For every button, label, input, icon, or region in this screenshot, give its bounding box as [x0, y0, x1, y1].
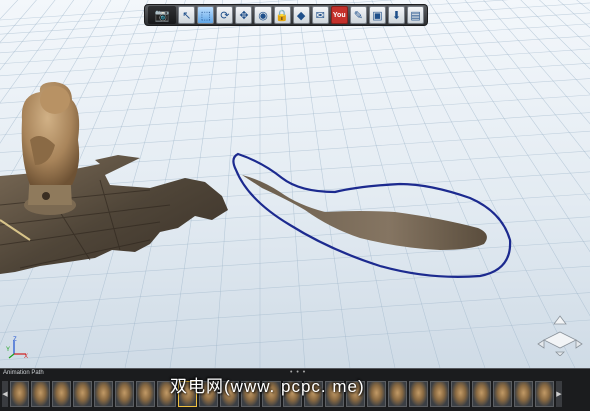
download-icon[interactable]: ⬇ — [387, 6, 405, 24]
animation-frame-thumbnail[interactable] — [493, 381, 512, 407]
animation-frame-thumbnail[interactable] — [472, 381, 491, 407]
animation-frame-thumbnail[interactable] — [115, 381, 134, 407]
animation-frame-thumbnail[interactable] — [94, 381, 113, 407]
pan-icon[interactable]: ✥ — [235, 6, 253, 24]
scene-objects — [0, 82, 512, 278]
axis-x-label: X — [24, 354, 28, 360]
document-icon[interactable]: ▤ — [406, 6, 425, 24]
navigation-cube-icon[interactable] — [536, 312, 584, 356]
diamond-icon[interactable]: ◆ — [292, 6, 310, 24]
pen-icon[interactable]: ✎ — [349, 6, 367, 24]
mail-icon[interactable]: ✉ — [311, 6, 329, 24]
lock-icon[interactable]: 🔒 — [273, 6, 291, 24]
animation-frame-thumbnail[interactable] — [10, 381, 29, 407]
statue-model[interactable] — [21, 82, 80, 215]
axis-gizmo: Z Y X — [6, 337, 28, 360]
animation-frame-thumbnail[interactable] — [73, 381, 92, 407]
next-frame-button[interactable]: ▶ — [556, 381, 562, 407]
animation-frame-thumbnail[interactable] — [409, 381, 428, 407]
prev-frame-button[interactable]: ◀ — [2, 381, 8, 407]
animation-frame-thumbnail[interactable] — [388, 381, 407, 407]
main-toolbar: 📷 ↖ ⬚ ⟳ ✥ ◉ 🔒 ◆ ✉ You ✎ ▣ ⬇ ▤ — [144, 4, 428, 26]
animation-frame-thumbnail[interactable] — [514, 381, 533, 407]
animation-frame-thumbnail[interactable] — [31, 381, 50, 407]
animation-frame-thumbnail[interactable] — [451, 381, 470, 407]
watermark: 双电网(www. pcpc. me) — [170, 377, 365, 396]
select-icon[interactable]: ⬚ — [197, 6, 215, 24]
animation-path-title: Animation Path — [3, 370, 44, 376]
axis-y-label: Y — [6, 347, 10, 353]
eye-icon[interactable]: ◉ — [254, 6, 272, 24]
pointer-icon[interactable]: ↖ — [178, 6, 196, 24]
animation-frame-thumbnail[interactable] — [430, 381, 449, 407]
animation-frame-thumbnail[interactable] — [367, 381, 386, 407]
orbit-icon[interactable]: ⟳ — [216, 6, 234, 24]
animation-frame-thumbnail[interactable] — [535, 381, 554, 407]
animation-frame-thumbnail[interactable] — [52, 381, 71, 407]
camera-icon[interactable]: 📷 — [148, 6, 177, 24]
youtube-icon[interactable]: You — [330, 6, 348, 24]
axis-z-label: Z — [13, 337, 17, 343]
animation-frame-thumbnail[interactable] — [136, 381, 155, 407]
3d-viewport[interactable]: Z Y X 📷 ↖ ⬚ ⟳ ✥ ◉ 🔒 ◆ ✉ You ✎ ▣ ⬇ ▤ — [0, 0, 590, 368]
layout-icon[interactable]: ▣ — [368, 6, 386, 24]
